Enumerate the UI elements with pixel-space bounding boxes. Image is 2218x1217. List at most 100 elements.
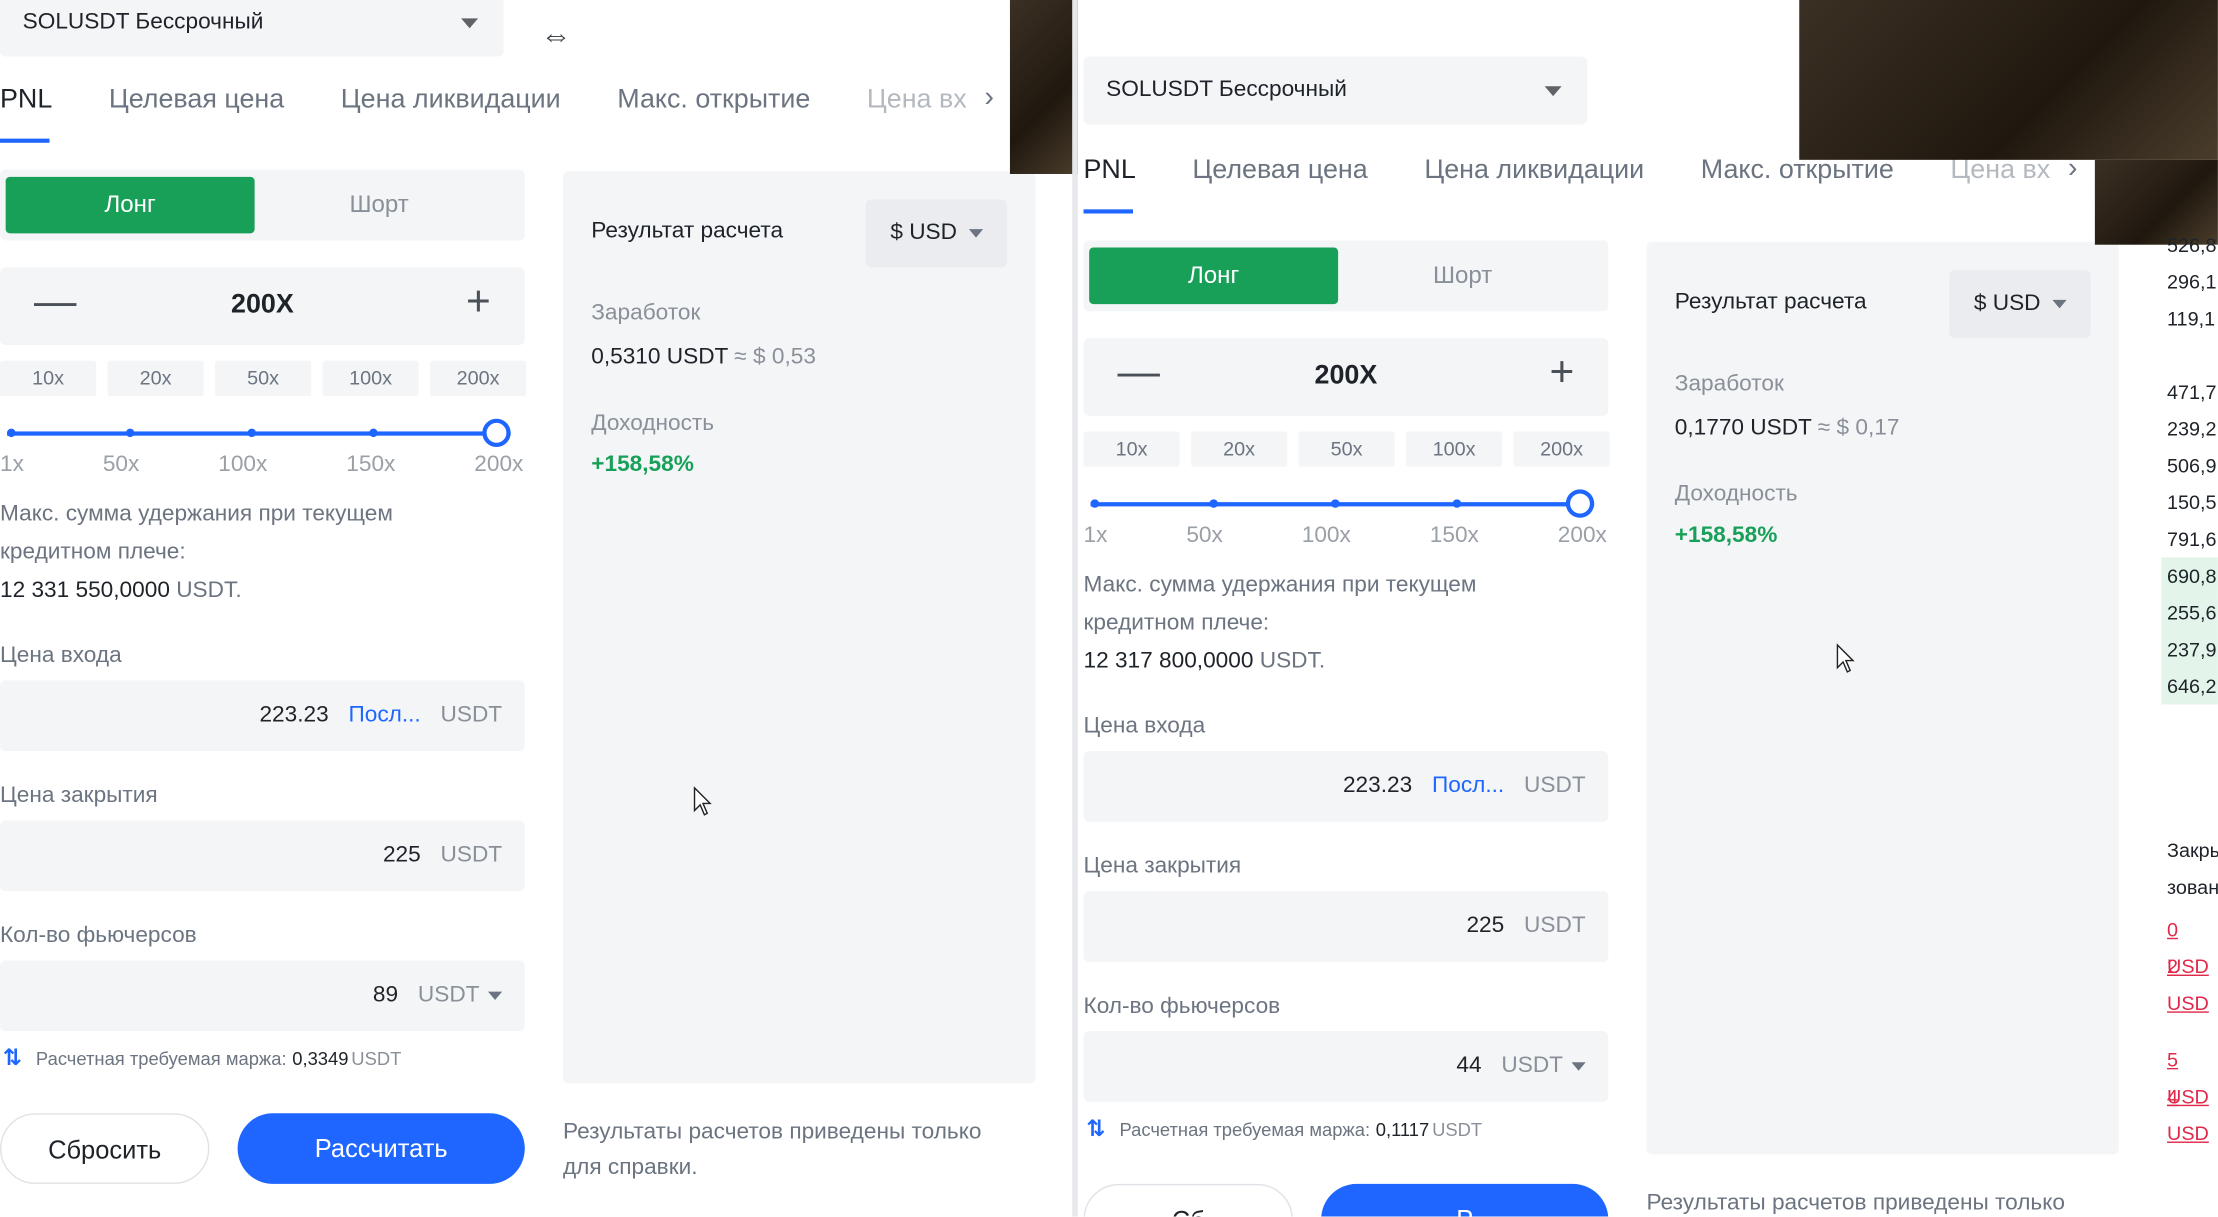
close-price-field[interactable]: 225 USDT <box>0 820 525 892</box>
last-price-link[interactable]: Посл... <box>348 703 420 728</box>
short-button[interactable]: Шорт <box>255 177 504 234</box>
chevron-down-icon <box>1571 1061 1586 1071</box>
preset-chip[interactable]: 10x <box>0 360 97 397</box>
reset-button[interactable]: Сб <box>1083 1183 1293 1217</box>
disclaimer: Результаты расчетов приведены только <box>1646 1185 2064 1216</box>
entry-price-field[interactable]: 223.23 Посл... USDT <box>1083 751 1609 822</box>
required-margin: ⇅ Расчетная требуемая маржа: 0,3349 USDT <box>3 1044 402 1072</box>
disclaimer-line1: Результаты расчетов приведены только <box>1646 1191 2065 1216</box>
preset-chip[interactable]: 200x <box>1513 431 1610 467</box>
book-value: 646,2 <box>2161 667 2218 705</box>
tab-liquidation-price[interactable]: Цена ликвидации <box>1424 143 1644 214</box>
quantity-unit-dropdown[interactable]: USDT <box>1501 1054 1586 1079</box>
leverage-stepper: — 200X + <box>0 267 525 346</box>
resize-horizontal-icon[interactable]: ⇔ <box>540 17 571 54</box>
max-label-line2: кредитном плече: <box>0 540 186 565</box>
chevron-down-icon <box>968 229 983 238</box>
preset-chip[interactable]: 50x <box>1298 431 1395 467</box>
quantity-unit-dropdown[interactable]: USDT <box>418 983 503 1008</box>
symbol-dropdown[interactable]: SOLUSDT Бессрочный <box>0 0 504 57</box>
window-divider <box>1072 0 1078 1217</box>
unit-label: USDT <box>1524 913 1586 938</box>
symbol-label: SOLUSDT Бессрочный <box>1106 77 1347 102</box>
preset-chip[interactable]: 20x <box>1191 431 1288 467</box>
max-unit: USDT. <box>176 578 242 603</box>
unit-label: USDT <box>440 843 503 868</box>
last-price-link[interactable]: Посл... <box>1432 774 1504 799</box>
leverage-stepper: — 200X + <box>1083 338 1609 416</box>
long-button[interactable]: Лонг <box>1089 247 1339 305</box>
currency-dropdown[interactable]: $ USD <box>865 199 1008 268</box>
slider-mark <box>1090 499 1100 508</box>
quantity-field[interactable]: 89 USDT <box>0 960 525 1032</box>
symbol-dropdown[interactable]: SOLUSDT Бессрочный <box>1083 56 1588 125</box>
margin-unit: USDT <box>1432 1118 1483 1140</box>
book-value: 237,9 <box>2161 630 2218 668</box>
slider-handle[interactable] <box>1565 489 1595 518</box>
calculate-button[interactable]: Р <box>1321 1183 1609 1217</box>
tab-pnl[interactable]: PNL <box>0 72 52 143</box>
close-price-value[interactable]: 225 <box>1466 914 1504 939</box>
tick-label: 200x <box>1557 523 1607 548</box>
background-photo <box>1009 0 1078 174</box>
plus-icon[interactable]: + <box>466 279 491 327</box>
margin-unit: USDT <box>351 1047 402 1069</box>
leverage-slider[interactable] <box>7 418 511 447</box>
earnings-approx: ≈ $ 0,53 <box>734 345 816 370</box>
book-value: 119,1 <box>2167 306 2216 330</box>
entry-price-field[interactable]: 223.23 Посл... USDT <box>0 680 525 752</box>
leverage-presets: 10x 20x 50x 100x 200x <box>0 360 538 397</box>
entry-price-value[interactable]: 223.23 <box>259 703 328 728</box>
preset-chip[interactable]: 20x <box>107 360 204 397</box>
book-value: 791,6 <box>2167 527 2217 551</box>
tab-max-open[interactable]: Макс. открытие <box>617 72 810 143</box>
preset-chip[interactable]: 100x <box>322 360 419 397</box>
chevron-right-icon[interactable]: › <box>984 82 993 115</box>
currency-dropdown[interactable]: $ USD <box>1949 270 2091 339</box>
tab-entry-price[interactable]: Цена вх <box>867 72 967 143</box>
book-value: 239,2 <box>2167 417 2217 440</box>
cursor-icon <box>1836 643 1855 673</box>
long-button[interactable]: Лонг <box>5 176 255 234</box>
tick-label: 100x <box>218 452 268 477</box>
max-value: 12 331 550,0000 <box>0 578 170 603</box>
tab-liquidation-price[interactable]: Цена ликвидации <box>341 72 561 143</box>
slider-mark <box>1452 499 1462 508</box>
quantity-value[interactable]: 44 <box>1456 1054 1481 1079</box>
book-value: 690,8 <box>2161 557 2218 595</box>
quantity-field[interactable]: 44 USDT <box>1083 1031 1609 1102</box>
chevron-down-icon <box>2051 299 2066 309</box>
currency-label: $ USD <box>890 220 957 245</box>
calculate-button[interactable]: Рассчитать <box>237 1113 525 1184</box>
calculator-panel-right: SOLUSDT Бессрочный PNL Целевая цена Цена… <box>1083 0 2168 1217</box>
preset-chip[interactable]: 100x <box>1406 431 1503 467</box>
max-unit: USDT. <box>1259 649 1326 674</box>
max-value: 12 317 800,0000 <box>1083 649 1254 674</box>
disclaimer: Результаты расчетов приведены только для… <box>563 1115 981 1186</box>
entry-price-value[interactable]: 223.23 <box>1343 774 1412 799</box>
short-button[interactable]: Шорт <box>1338 248 1587 305</box>
plus-icon[interactable]: + <box>1550 349 1575 397</box>
swap-icon[interactable]: ⇅ <box>1086 1115 1105 1143</box>
close-price-value[interactable]: 225 <box>383 843 421 868</box>
tab-pnl[interactable]: PNL <box>1083 143 1136 214</box>
tab-target-price[interactable]: Целевая цена <box>1192 143 1367 214</box>
tick-label: 50x <box>1186 523 1223 548</box>
preset-chip[interactable]: 50x <box>215 360 312 397</box>
slider-handle[interactable] <box>482 418 511 447</box>
close-price-field[interactable]: 225 USDT <box>1083 891 1609 962</box>
book-value: 506,9 <box>2167 454 2217 477</box>
earnings-approx: ≈ $ 0,17 <box>1817 415 1900 440</box>
tab-target-price[interactable]: Целевая цена <box>109 72 284 143</box>
leverage-slider[interactable] <box>1090 489 1595 518</box>
slider-mark <box>125 428 135 438</box>
quantity-value[interactable]: 89 <box>373 983 398 1008</box>
tick-label: 1x <box>1083 523 1108 548</box>
preset-chip[interactable]: 10x <box>1083 431 1180 467</box>
close-price-label: Цена закрытия <box>1083 854 1242 879</box>
reset-button[interactable]: Сбросить <box>0 1113 210 1184</box>
max-position-info: Макс. сумма удержания при текущем кредит… <box>0 495 467 610</box>
preset-chip[interactable]: 200x <box>430 360 527 397</box>
swap-icon[interactable]: ⇅ <box>3 1044 22 1072</box>
